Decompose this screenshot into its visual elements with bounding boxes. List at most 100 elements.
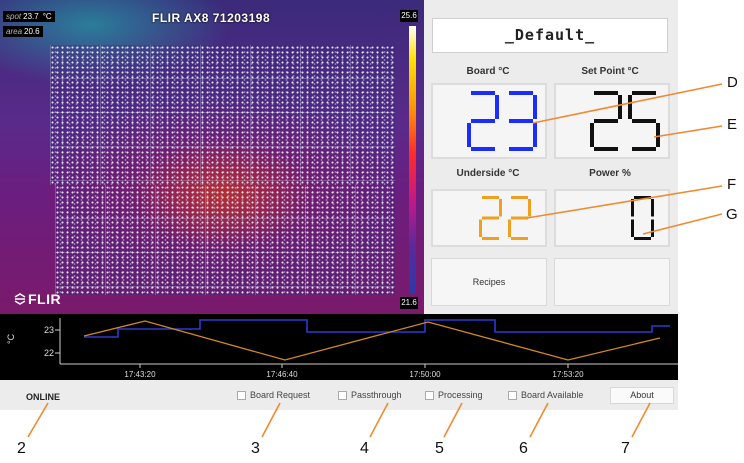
temperature-colorbar — [409, 26, 416, 294]
digit-segment-b — [528, 199, 531, 217]
underside-temp-display — [431, 189, 547, 247]
digit-segment-a — [632, 91, 656, 95]
callout-7: 7 — [621, 440, 630, 457]
digit-segment-d — [632, 147, 656, 151]
y-tick-label-23: 23 — [44, 325, 54, 335]
scale-min-label: 21.6 — [400, 297, 418, 309]
digit-segment-a — [471, 91, 495, 95]
setpoint-label: Set Point °C — [581, 66, 639, 77]
flir-logo-text: FLIR — [28, 291, 62, 307]
callout-d: D — [727, 74, 738, 91]
x-tick-label-0: 17:43:20 — [124, 370, 156, 379]
trend-chart-svg: 23 22 °C 17:43:20 17:46:40 17:50:00 17:5… — [6, 318, 678, 379]
area-value: 20.6 — [24, 27, 40, 36]
digit-segment-c — [656, 123, 660, 147]
digit-segment-g — [511, 216, 528, 220]
temperature-trend-chart: 23 22 °C 17:43:20 17:46:40 17:50:00 17:5… — [0, 314, 678, 380]
underside-temp-digits — [479, 196, 531, 240]
digit-segment-b — [618, 95, 622, 119]
board-available-indicator[interactable]: Board Available — [508, 390, 583, 400]
y-tick-label-22: 22 — [44, 348, 54, 358]
board-temp-label: Board °C — [466, 66, 510, 77]
callout-2: 2 — [17, 440, 26, 457]
recipe-name-display[interactable]: _Default_ — [432, 18, 668, 53]
area-label: area — [6, 27, 23, 36]
digit-segment-d — [511, 237, 528, 240]
passthrough-label: Passthrough — [351, 390, 402, 400]
camera-title: FLIR AX8 71203198 — [152, 11, 271, 25]
thermal-camera-view: spot 23.7 °C area 20.6 FLIR AX8 71203198 25… — [0, 0, 424, 314]
digit-segment-c — [533, 123, 537, 147]
digit-segment-e — [590, 123, 594, 147]
recipes-button[interactable]: Recipes — [431, 258, 547, 306]
digit-segment-b — [495, 95, 499, 119]
passthrough-checkbox[interactable] — [338, 390, 347, 400]
processing-checkbox[interactable] — [425, 390, 434, 400]
digit-segment-g — [632, 119, 656, 123]
processing-indicator[interactable]: Processing — [425, 390, 483, 400]
spot-value: 23.7 — [23, 12, 39, 21]
digit-segment-g — [471, 119, 495, 123]
digit-segment-d — [471, 147, 495, 151]
app-window: spot 23.7 °C area 20.6 FLIR AX8 71203198 25… — [0, 0, 678, 410]
board-request-indicator[interactable]: Board Request — [237, 390, 310, 400]
measured-series-line — [83, 320, 661, 361]
digit-segment-a — [634, 196, 651, 199]
y-unit-label: °C — [6, 333, 16, 344]
callout-f: F — [727, 176, 737, 193]
board-temp-display — [431, 83, 547, 159]
callout-e: E — [727, 116, 738, 133]
x-tick-label-2: 17:50:00 — [409, 370, 441, 379]
digit-segment-e — [479, 219, 482, 237]
digit-segment-d — [509, 147, 533, 151]
pcb-image-top — [50, 45, 395, 185]
setpoint-display[interactable] — [554, 83, 670, 159]
digit-segment-b — [499, 199, 502, 217]
board-request-label: Board Request — [250, 390, 311, 400]
digit-segment-c — [651, 219, 654, 237]
trend-x-axis: 17:43:20 17:46:40 17:50:00 17:53:20 — [60, 363, 678, 379]
about-button[interactable]: About — [610, 387, 674, 404]
digit-segment-a — [594, 91, 618, 95]
flir-logo-icon — [14, 293, 26, 305]
digit-segment-d — [594, 147, 618, 151]
digit-segment-b — [533, 95, 537, 119]
digit-segment-e — [508, 219, 511, 237]
callout-5: 5 — [435, 440, 444, 457]
digit-segment-g — [509, 119, 533, 123]
board-request-checkbox[interactable] — [237, 390, 246, 400]
spot-unit: °C — [42, 12, 52, 21]
digit-segment-g — [482, 216, 499, 220]
blank-button[interactable] — [554, 258, 670, 306]
setpoint-digits — [590, 91, 660, 151]
digit-segment-e — [631, 219, 634, 237]
digit-segment-f — [631, 199, 634, 217]
callout-3: 3 — [251, 440, 260, 457]
digit-segment-b — [651, 199, 654, 217]
digit-segment-e — [467, 123, 471, 147]
spot-temperature-readout: spot 23.7 °C — [3, 11, 55, 22]
power-digits — [631, 196, 654, 240]
digit-segment-d — [634, 237, 651, 240]
digit-segment-a — [482, 196, 499, 199]
trend-y-axis: 23 22 °C — [6, 318, 61, 364]
x-tick-label-3: 17:53:20 — [552, 370, 584, 379]
power-display — [554, 189, 670, 247]
digit-segment-a — [511, 196, 528, 199]
processing-label: Processing — [438, 390, 483, 400]
scale-max-label: 25.6 — [400, 10, 418, 22]
digit-segment-a — [509, 91, 533, 95]
board-available-label: Board Available — [521, 390, 584, 400]
digit-segment-d — [482, 237, 499, 240]
passthrough-indicator[interactable]: Passthrough — [338, 390, 402, 400]
x-tick-label-1: 17:46:40 — [266, 370, 298, 379]
board-available-checkbox[interactable] — [508, 390, 517, 400]
area-temperature-readout: area 20.6 — [3, 26, 43, 37]
flir-logo: FLIR — [14, 291, 61, 307]
callout-g: G — [726, 206, 738, 223]
board-temp-digits — [467, 91, 537, 151]
callout-4: 4 — [360, 440, 369, 457]
digit-segment-f — [628, 95, 632, 119]
power-label: Power % — [589, 168, 631, 179]
pcb-image-bottom — [55, 185, 395, 295]
